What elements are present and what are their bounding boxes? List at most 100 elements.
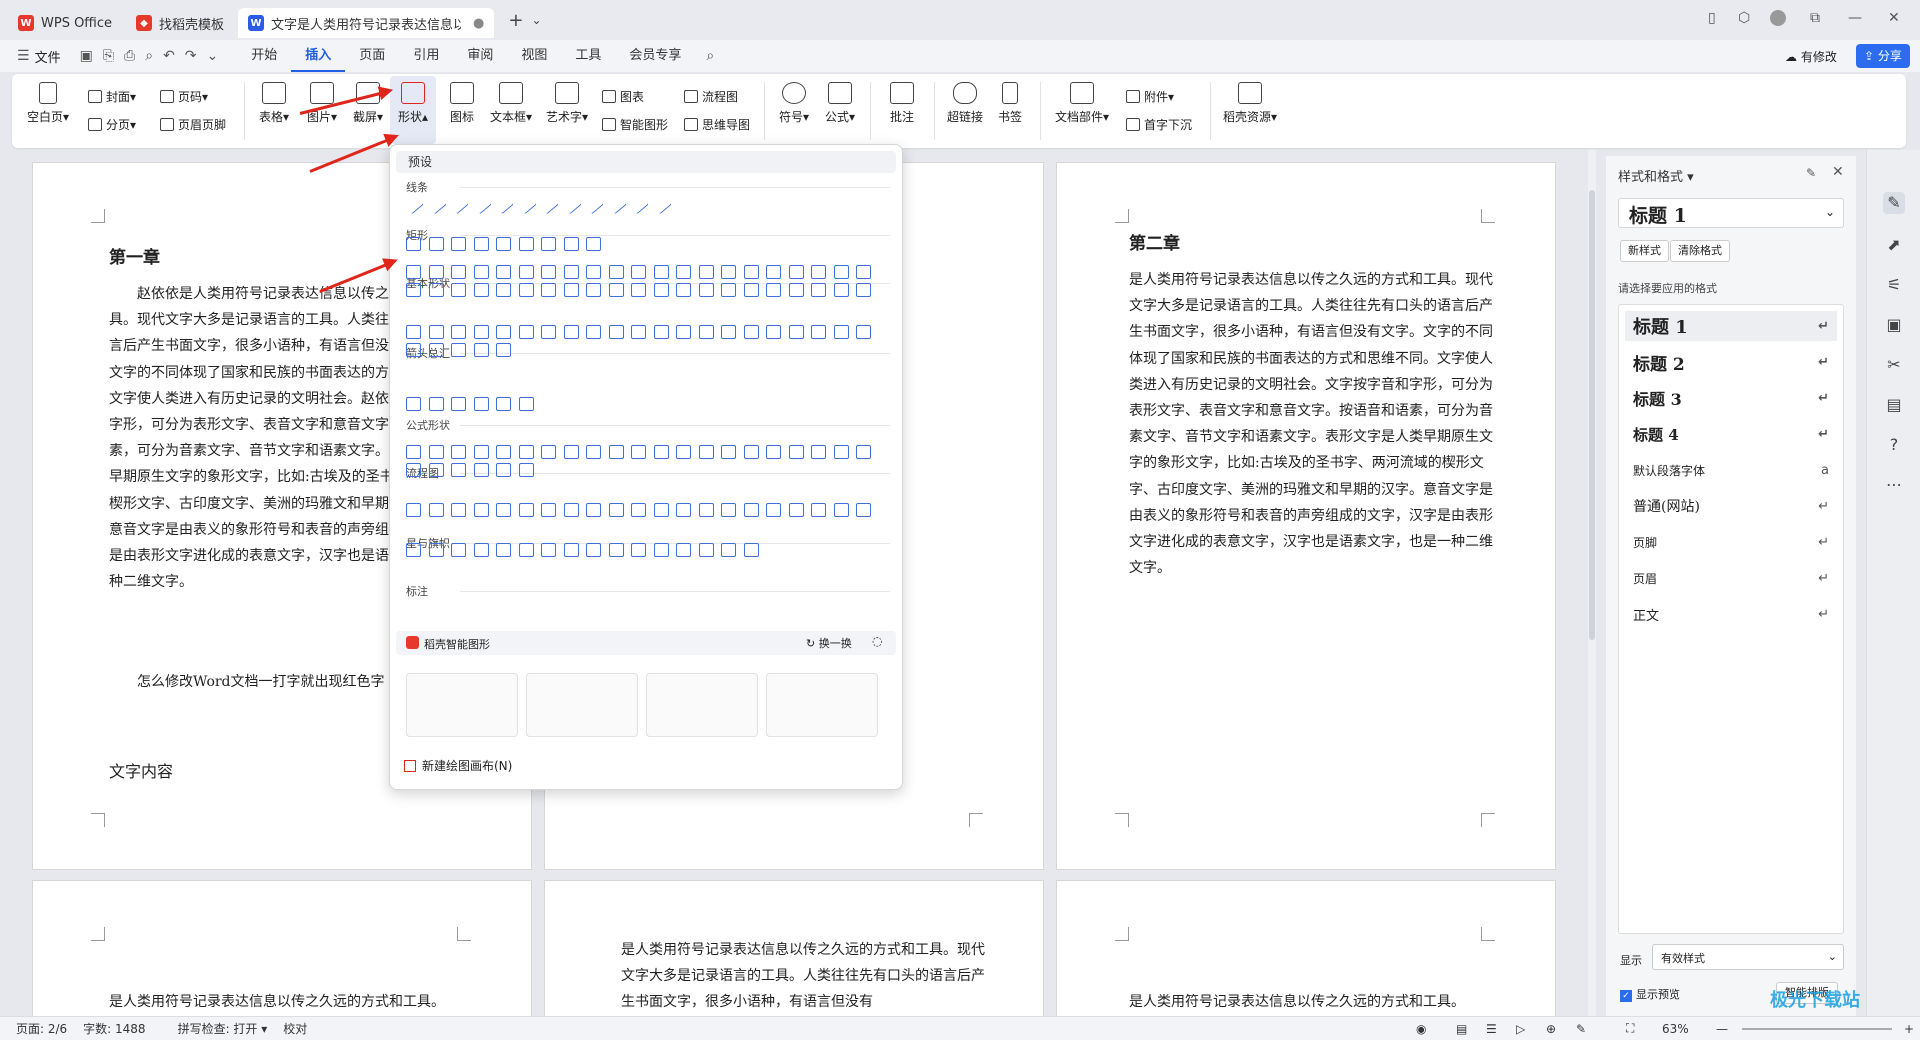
shape-option-icon[interactable] [766, 325, 781, 339]
page-break-button[interactable]: 分页 ▾ [88, 116, 136, 133]
shape-option-icon[interactable] [811, 265, 826, 279]
zoom-out-icon[interactable]: — [1716, 1022, 1728, 1036]
shape-option-icon[interactable] [743, 325, 759, 339]
shape-option-icon[interactable] [631, 503, 646, 517]
shape-option-icon[interactable] [541, 325, 556, 339]
shape-option-icon[interactable] [428, 283, 444, 297]
new-style-button[interactable]: 新样式 [1620, 240, 1669, 262]
shape-option-icon[interactable] [518, 397, 534, 411]
help-icon[interactable]: ? [1883, 434, 1905, 456]
style-item-body[interactable]: 正文 ↵ [1625, 599, 1837, 629]
proofread[interactable]: 校对 [283, 1020, 307, 1037]
shape-option-icon[interactable] [406, 283, 421, 297]
shape-option-icon[interactable] [428, 463, 444, 477]
clear-format-button[interactable]: 清除格式 [1670, 240, 1730, 262]
shape-option-icon[interactable] [448, 193, 469, 215]
modified-status[interactable]: ☁ 有修改 [1785, 48, 1837, 65]
shape-option-icon[interactable] [788, 325, 804, 339]
shape-option-icon[interactable] [451, 543, 466, 557]
shape-option-icon[interactable] [496, 503, 511, 517]
shape-option-icon[interactable] [473, 503, 489, 517]
menu-tools[interactable]: 工具 [561, 40, 615, 72]
close-icon[interactable]: ✕ [1832, 164, 1844, 180]
zoom-slider[interactable] [1742, 1028, 1892, 1030]
shape-option-icon[interactable] [496, 283, 511, 297]
shape-option-icon[interactable] [608, 503, 624, 517]
shape-option-icon[interactable] [496, 543, 511, 557]
style-pen-icon[interactable]: ✎ [1883, 192, 1905, 214]
outline-icon[interactable]: ☰ [1486, 1022, 1497, 1036]
fit-icon[interactable]: ⛶ [1626, 1021, 1634, 1036]
shape-option-icon[interactable] [653, 283, 669, 297]
shape-option-icon[interactable] [541, 237, 556, 251]
shape-option-icon[interactable] [676, 283, 691, 297]
shape-option-icon[interactable] [743, 543, 759, 557]
shape-option-icon[interactable] [473, 325, 489, 339]
shape-option-icon[interactable] [451, 237, 466, 251]
restore-icon[interactable]: ⧉ [1810, 10, 1820, 26]
shape-option-icon[interactable] [856, 325, 871, 339]
smart-graphic-thumb-2[interactable] [526, 673, 638, 737]
shape-option-icon[interactable] [586, 503, 601, 517]
minimize-icon[interactable]: — [1848, 10, 1862, 26]
shape-option-icon[interactable] [406, 463, 421, 477]
chat-icon[interactable]: ◌ [872, 634, 882, 648]
refresh-button[interactable]: ↻ 换一换 [806, 635, 852, 651]
shape-option-icon[interactable] [473, 397, 489, 411]
menu-view[interactable]: 视图 [507, 40, 561, 72]
play-icon[interactable]: ▷ [1516, 1022, 1525, 1036]
shape-option-icon[interactable] [586, 237, 601, 251]
style-item-heading3[interactable]: 标题 3 ↵ [1625, 383, 1837, 413]
shape-option-icon[interactable] [605, 193, 627, 215]
shape-option-icon[interactable] [518, 325, 534, 339]
shape-option-icon[interactable] [811, 325, 826, 339]
spell-check[interactable]: 拼写检查: 打开 ▾ [162, 1020, 268, 1037]
shape-option-icon[interactable] [451, 343, 466, 357]
shape-option-icon[interactable] [653, 265, 669, 279]
shape-option-icon[interactable] [563, 445, 579, 459]
shape-option-icon[interactable] [631, 325, 646, 339]
file-menu[interactable]: 文件 [35, 47, 61, 66]
shape-option-icon[interactable] [698, 265, 714, 279]
shape-option-icon[interactable] [631, 265, 646, 279]
preview-checkbox[interactable]: ✓ 显示预览 [1620, 986, 1680, 1002]
shape-option-icon[interactable] [698, 283, 714, 297]
shape-option-icon[interactable] [473, 445, 489, 459]
style-item-header[interactable]: 页眉 ↵ [1625, 563, 1837, 593]
shape-option-icon[interactable] [473, 283, 489, 297]
menu-reference[interactable]: 引用 [399, 40, 453, 72]
attachment-button[interactable]: 附件 ▾ [1126, 88, 1174, 105]
shape-option-icon[interactable] [608, 265, 624, 279]
shape-option-icon[interactable] [721, 283, 736, 297]
shape-option-icon[interactable] [721, 265, 736, 279]
shape-option-icon[interactable] [650, 193, 672, 215]
shape-option-icon[interactable] [743, 445, 759, 459]
shape-option-icon[interactable] [518, 503, 534, 517]
shape-option-icon[interactable] [451, 265, 466, 279]
chart-button[interactable]: 图表 [602, 88, 644, 105]
print-icon[interactable]: ⎙ [119, 48, 140, 64]
shape-option-icon[interactable] [406, 237, 421, 251]
shape-option-icon[interactable] [811, 283, 826, 297]
shape-option-icon[interactable] [676, 503, 691, 517]
shape-option-icon[interactable] [470, 193, 492, 215]
zoom-level[interactable]: 63% [1662, 1022, 1689, 1036]
shape-option-icon[interactable] [586, 325, 601, 339]
sliders-icon[interactable]: ⚟ [1883, 274, 1905, 296]
shape-option-icon[interactable] [428, 445, 444, 459]
shape-option-icon[interactable] [788, 283, 804, 297]
current-style-select[interactable]: 标题 1 ⌄ [1618, 198, 1844, 228]
shape-option-icon[interactable] [428, 503, 444, 517]
smart-graphic-thumb-3[interactable] [646, 673, 758, 737]
shape-option-icon[interactable] [721, 325, 736, 339]
shape-option-icon[interactable] [428, 325, 444, 339]
shape-option-icon[interactable] [698, 543, 714, 557]
shape-option-icon[interactable] [743, 283, 759, 297]
tab-document[interactable]: W 文字是人类用符号记录表达信息以 ● [238, 8, 495, 38]
shape-option-icon[interactable] [473, 343, 489, 357]
shape-option-icon[interactable] [425, 193, 447, 215]
menu-start[interactable]: 开始 [237, 40, 291, 72]
shape-option-icon[interactable] [560, 193, 582, 215]
share-button[interactable]: ⇪ 分享 [1856, 44, 1910, 68]
shape-option-icon[interactable] [856, 445, 871, 459]
